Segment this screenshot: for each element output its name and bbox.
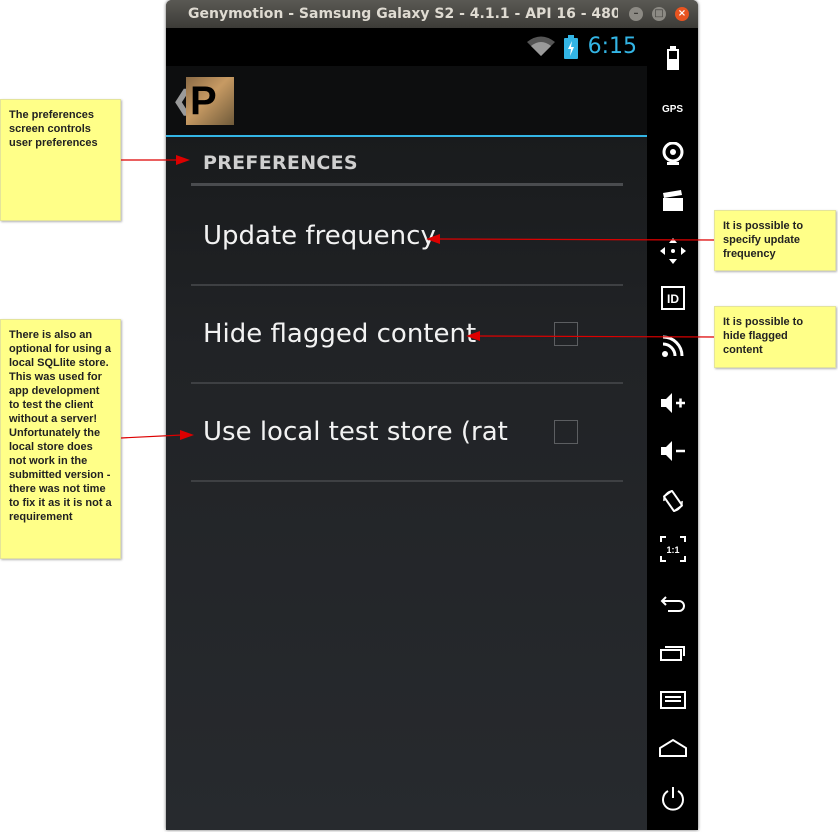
annotation-arrows [120, 155, 715, 440]
arrowhead [180, 430, 194, 440]
arrowhead [426, 234, 440, 244]
arrow-local-store [120, 434, 183, 439]
arrow-update-frequency [437, 238, 715, 241]
arrowhead [466, 331, 480, 341]
arrowhead [176, 155, 190, 165]
arrow-hide-flagged [477, 335, 715, 338]
